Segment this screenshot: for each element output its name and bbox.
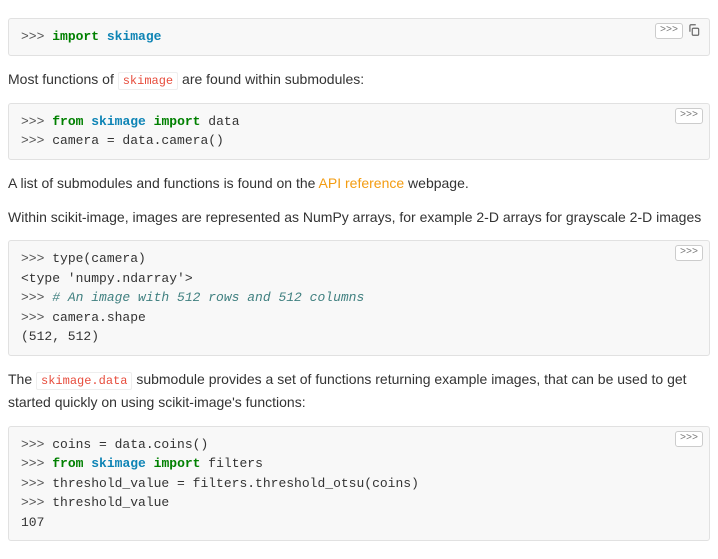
code-line: >>> type(camera) bbox=[21, 249, 697, 269]
inline-code: skimage.data bbox=[36, 372, 132, 390]
prompt: >>> bbox=[21, 437, 52, 452]
copy-icon[interactable] bbox=[687, 23, 703, 39]
text: The bbox=[8, 371, 36, 387]
toggle-prompt-button[interactable]: >>> bbox=[675, 245, 703, 261]
text: webpage. bbox=[404, 175, 469, 191]
prose-text: A list of submodules and functions is fo… bbox=[8, 172, 710, 194]
output-line: (512, 512) bbox=[21, 327, 697, 347]
prompt: >>> bbox=[21, 310, 52, 325]
prompt: >>> bbox=[21, 251, 52, 266]
comment: # An image with 512 rows and 512 columns bbox=[52, 290, 364, 305]
code-text: camera.shape bbox=[52, 310, 146, 325]
text: A list of submodules and functions is fo… bbox=[8, 175, 319, 191]
text: Most functions of bbox=[8, 71, 118, 87]
keyword-import: import bbox=[154, 456, 201, 471]
code-controls: >>> bbox=[655, 23, 703, 39]
code-controls: >>> bbox=[675, 245, 703, 261]
module-name: skimage bbox=[107, 29, 162, 44]
text: are found within submodules: bbox=[178, 71, 364, 87]
prompt: >>> bbox=[21, 29, 52, 44]
module-name: skimage bbox=[91, 456, 146, 471]
output-line: 107 bbox=[21, 513, 697, 533]
toggle-prompt-button[interactable]: >>> bbox=[675, 431, 703, 447]
code-text: coins = data.coins() bbox=[52, 437, 208, 452]
code-controls: >>> bbox=[675, 108, 703, 124]
inline-code: skimage bbox=[118, 72, 178, 90]
code-line: >>> threshold_value = filters.threshold_… bbox=[21, 474, 697, 494]
code-text: camera = data.camera() bbox=[52, 133, 224, 148]
code-line: >>> # An image with 512 rows and 512 col… bbox=[21, 288, 697, 308]
code-line: >>> camera.shape bbox=[21, 308, 697, 328]
keyword-from: from bbox=[52, 456, 83, 471]
prompt: >>> bbox=[21, 476, 52, 491]
import-name: filters bbox=[200, 456, 262, 471]
code-block-4: >>> >>> coins = data.coins() >>> from sk… bbox=[8, 426, 710, 542]
code-block-3: >>> >>> type(camera) <type 'numpy.ndarra… bbox=[8, 240, 710, 356]
toggle-prompt-button[interactable]: >>> bbox=[655, 23, 683, 39]
code-controls: >>> bbox=[675, 431, 703, 447]
prompt: >>> bbox=[21, 290, 52, 305]
code-line: >>> threshold_value bbox=[21, 493, 697, 513]
code-line: >>> coins = data.coins() bbox=[21, 435, 697, 455]
output-line: <type 'numpy.ndarray'> bbox=[21, 269, 697, 289]
prose-text: Within scikit-image, images are represen… bbox=[8, 206, 710, 228]
code-text: type(camera) bbox=[52, 251, 146, 266]
keyword-import: import bbox=[52, 29, 99, 44]
keyword-import: import bbox=[154, 114, 201, 129]
prompt: >>> bbox=[21, 456, 52, 471]
code-line: >>> from skimage import data bbox=[21, 112, 697, 132]
prose-text: Most functions of skimage are found with… bbox=[8, 68, 710, 91]
code-text: threshold_value bbox=[52, 495, 169, 510]
code-line: >>> from skimage import filters bbox=[21, 454, 697, 474]
prompt: >>> bbox=[21, 495, 52, 510]
code-text: threshold_value = filters.threshold_otsu… bbox=[52, 476, 419, 491]
prose-text: The skimage.data submodule provides a se… bbox=[8, 368, 710, 414]
module-name: skimage bbox=[91, 114, 146, 129]
code-line: >>> import skimage bbox=[21, 27, 697, 47]
toggle-prompt-button[interactable]: >>> bbox=[675, 108, 703, 124]
keyword-from: from bbox=[52, 114, 83, 129]
code-block-1: >>> >>> import skimage bbox=[8, 18, 710, 56]
code-block-2: >>> >>> from skimage import data >>> cam… bbox=[8, 103, 710, 160]
api-reference-link[interactable]: API reference bbox=[319, 175, 405, 191]
import-name: data bbox=[200, 114, 239, 129]
prompt: >>> bbox=[21, 133, 52, 148]
code-line: >>> camera = data.camera() bbox=[21, 131, 697, 151]
prompt: >>> bbox=[21, 114, 52, 129]
